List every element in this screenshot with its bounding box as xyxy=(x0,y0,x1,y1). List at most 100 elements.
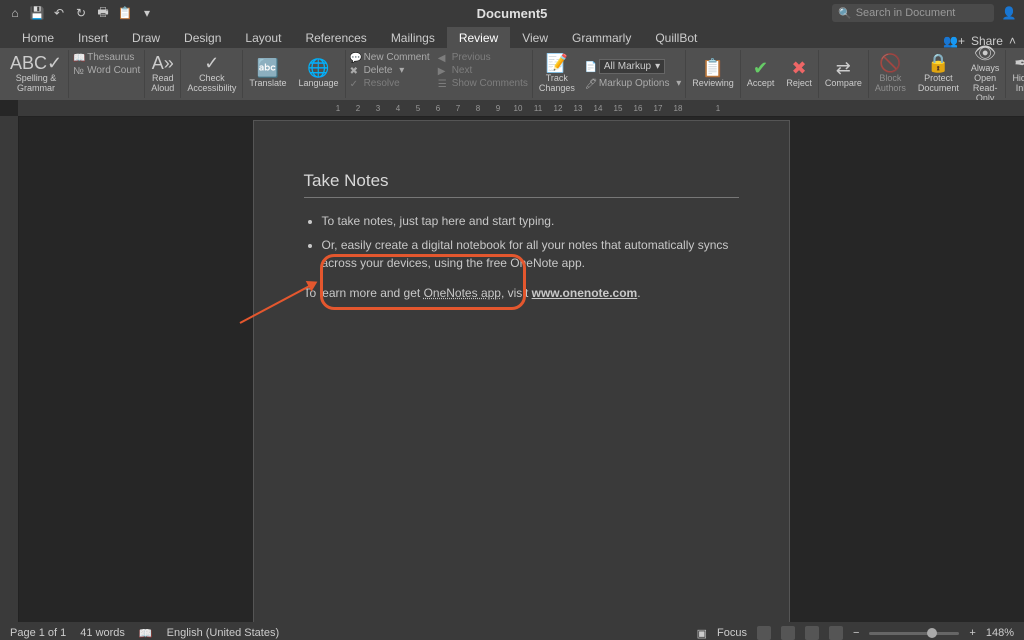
tab-draw[interactable]: Draw xyxy=(120,27,172,48)
protect-button[interactable]: 🔒 Protect Document xyxy=(912,50,965,98)
thesaurus-button[interactable]: 📖Thesaurus xyxy=(73,52,140,63)
print-icon[interactable]: 🖶 xyxy=(96,6,110,20)
undo-icon[interactable]: ↶ xyxy=(52,6,66,20)
tab-quillbot[interactable]: QuillBot xyxy=(643,27,709,48)
globe-icon: 🌐 xyxy=(307,59,329,79)
squiggle-text[interactable]: OneNotes app xyxy=(424,286,501,300)
accessibility-icon: ✓ xyxy=(204,54,219,74)
view-print-icon[interactable] xyxy=(757,626,771,640)
trackchanges-button[interactable]: 📝 Track Changes xyxy=(533,50,581,98)
ribbon: ABC✓ Spelling & Grammar 📖Thesaurus №Word… xyxy=(0,48,1024,100)
tab-view[interactable]: View xyxy=(510,27,560,48)
language-button[interactable]: 🌐 Language xyxy=(293,50,346,98)
search-placeholder: Search in Document xyxy=(856,7,956,19)
heading[interactable]: Take Notes xyxy=(304,171,739,191)
showcomments-button[interactable]: ☰Show Comments xyxy=(438,78,528,89)
ruler-vertical[interactable] xyxy=(0,116,19,622)
next-button[interactable]: ▶Next xyxy=(438,65,528,76)
ruler-horizontal[interactable]: 1234567891011121314151617181 xyxy=(18,100,1024,117)
resolve-icon: ✓ xyxy=(350,79,360,89)
pen-icon: 🖊 xyxy=(585,79,595,89)
redo-icon[interactable]: ↻ xyxy=(74,6,88,20)
tab-grammarly[interactable]: Grammarly xyxy=(560,27,643,48)
page-indicator[interactable]: Page 1 of 1 xyxy=(10,627,66,639)
zoom-in-button[interactable]: + xyxy=(969,627,975,639)
readaloud-button[interactable]: A» Read Aloud xyxy=(145,50,181,98)
view-web-icon[interactable] xyxy=(781,626,795,640)
blockauthors-button[interactable]: 🚫 Block Authors xyxy=(869,50,912,98)
book-icon: 📖 xyxy=(73,53,83,63)
tab-layout[interactable]: Layout xyxy=(233,27,293,48)
accept-icon: ✔ xyxy=(753,59,768,79)
statusbar: Page 1 of 1 41 words 📖 English (United S… xyxy=(0,622,1024,640)
chevron-down-icon: ▾ xyxy=(655,61,660,72)
wordcount-button[interactable]: №Word Count xyxy=(73,65,140,76)
spellcheck-status-icon[interactable]: 📖 xyxy=(139,627,153,640)
previous-button[interactable]: ◀Previous xyxy=(438,52,528,63)
chevron-down-icon[interactable]: ▾ xyxy=(140,6,154,20)
collapse-ribbon-icon[interactable]: ˄ xyxy=(1009,34,1016,48)
zoom-slider[interactable] xyxy=(869,632,959,635)
titlebar: ⌂ 💾 ↶ ↻ 🖶 📋 ▾ Document5 🔍 Search in Docu… xyxy=(0,0,1024,26)
clipboard-icon[interactable]: 📋 xyxy=(118,6,132,20)
workspace: 1234567891011121314151617181 Take Notes … xyxy=(0,100,1024,622)
view-draft-icon[interactable] xyxy=(829,626,843,640)
readonly-button[interactable]: 👁 Always Open Read-Only xyxy=(965,50,1007,98)
focus-icon: ▣ xyxy=(697,627,707,640)
bullet-list[interactable]: To take notes, just tap here and start t… xyxy=(304,212,739,272)
search-icon: 🔍 xyxy=(838,7,852,20)
markup-dropdown[interactable]: All Markup▾ xyxy=(599,59,665,74)
compare-icon: ⇄ xyxy=(836,59,851,79)
markupoptions-button[interactable]: 🖊Markup Options ▾ xyxy=(585,78,681,89)
tab-home[interactable]: Home xyxy=(10,27,66,48)
document-title: Document5 xyxy=(477,6,548,21)
language-status[interactable]: English (United States) xyxy=(167,627,280,639)
prev-icon: ◀ xyxy=(438,53,448,63)
tab-mailings[interactable]: Mailings xyxy=(379,27,447,48)
spelling-button[interactable]: ABC✓ Spelling & Grammar xyxy=(4,50,69,98)
zoom-level[interactable]: 148% xyxy=(986,627,1014,639)
view-outline-icon[interactable] xyxy=(805,626,819,640)
ink-icon: ✒ xyxy=(1014,54,1024,74)
delete-comment-button[interactable]: ✖Delete ▾ xyxy=(350,65,430,76)
focus-button[interactable]: Focus xyxy=(717,627,747,639)
search-input[interactable]: 🔍 Search in Document xyxy=(832,4,994,22)
heading-divider xyxy=(304,197,739,198)
resolve-button[interactable]: ✓Resolve xyxy=(350,78,430,89)
count-icon: № xyxy=(73,66,83,76)
reviewing-button[interactable]: 📋 Reviewing xyxy=(686,50,741,98)
document-canvas[interactable]: Take Notes To take notes, just tap here … xyxy=(18,116,1024,622)
ribbon-tabs: Home Insert Draw Design Layout Reference… xyxy=(0,26,1024,48)
accessibility-button[interactable]: ✓ Check Accessibility xyxy=(181,50,243,98)
reviewing-icon: 📋 xyxy=(702,59,724,79)
translate-icon: 🔤 xyxy=(257,59,279,79)
tab-insert[interactable]: Insert xyxy=(66,27,120,48)
accept-button[interactable]: ✔ Accept xyxy=(741,50,781,98)
share-icon: 👥+ xyxy=(943,34,965,48)
hideink-button[interactable]: ✒ Hide Ink xyxy=(1006,50,1024,98)
save-icon[interactable]: 💾 xyxy=(30,6,44,20)
next-icon: ▶ xyxy=(438,66,448,76)
quick-access: ⌂ 💾 ↶ ↻ 🖶 📋 ▾ xyxy=(0,6,154,20)
onenote-link[interactable]: www.onenote.com xyxy=(532,286,638,300)
zoom-out-button[interactable]: − xyxy=(853,627,859,639)
page[interactable]: Take Notes To take notes, just tap here … xyxy=(253,120,790,622)
list-item[interactable]: Or, easily create a digital notebook for… xyxy=(322,236,739,272)
delete-icon: ✖ xyxy=(350,66,360,76)
word-count[interactable]: 41 words xyxy=(80,627,125,639)
newcomment-button[interactable]: 💬New Comment xyxy=(350,52,430,63)
home-icon[interactable]: ⌂ xyxy=(8,6,22,20)
tab-review[interactable]: Review xyxy=(447,27,510,48)
tab-design[interactable]: Design xyxy=(172,27,233,48)
translate-button[interactable]: 🔤 Translate xyxy=(243,50,292,98)
comment-new-icon: 💬 xyxy=(350,53,360,63)
comments-icon: ☰ xyxy=(438,79,448,89)
reject-button[interactable]: ✖ Reject xyxy=(780,50,819,98)
compare-button[interactable]: ⇄ Compare xyxy=(819,50,869,98)
tab-references[interactable]: References xyxy=(293,27,378,48)
list-item[interactable]: To take notes, just tap here and start t… xyxy=(322,212,739,230)
learn-paragraph[interactable]: To learn more and get OneNotes app, visi… xyxy=(304,286,739,300)
eye-icon: 👁 xyxy=(974,44,997,64)
readaloud-icon: A» xyxy=(152,54,174,74)
user-icon[interactable]: 👤 xyxy=(1002,6,1016,20)
